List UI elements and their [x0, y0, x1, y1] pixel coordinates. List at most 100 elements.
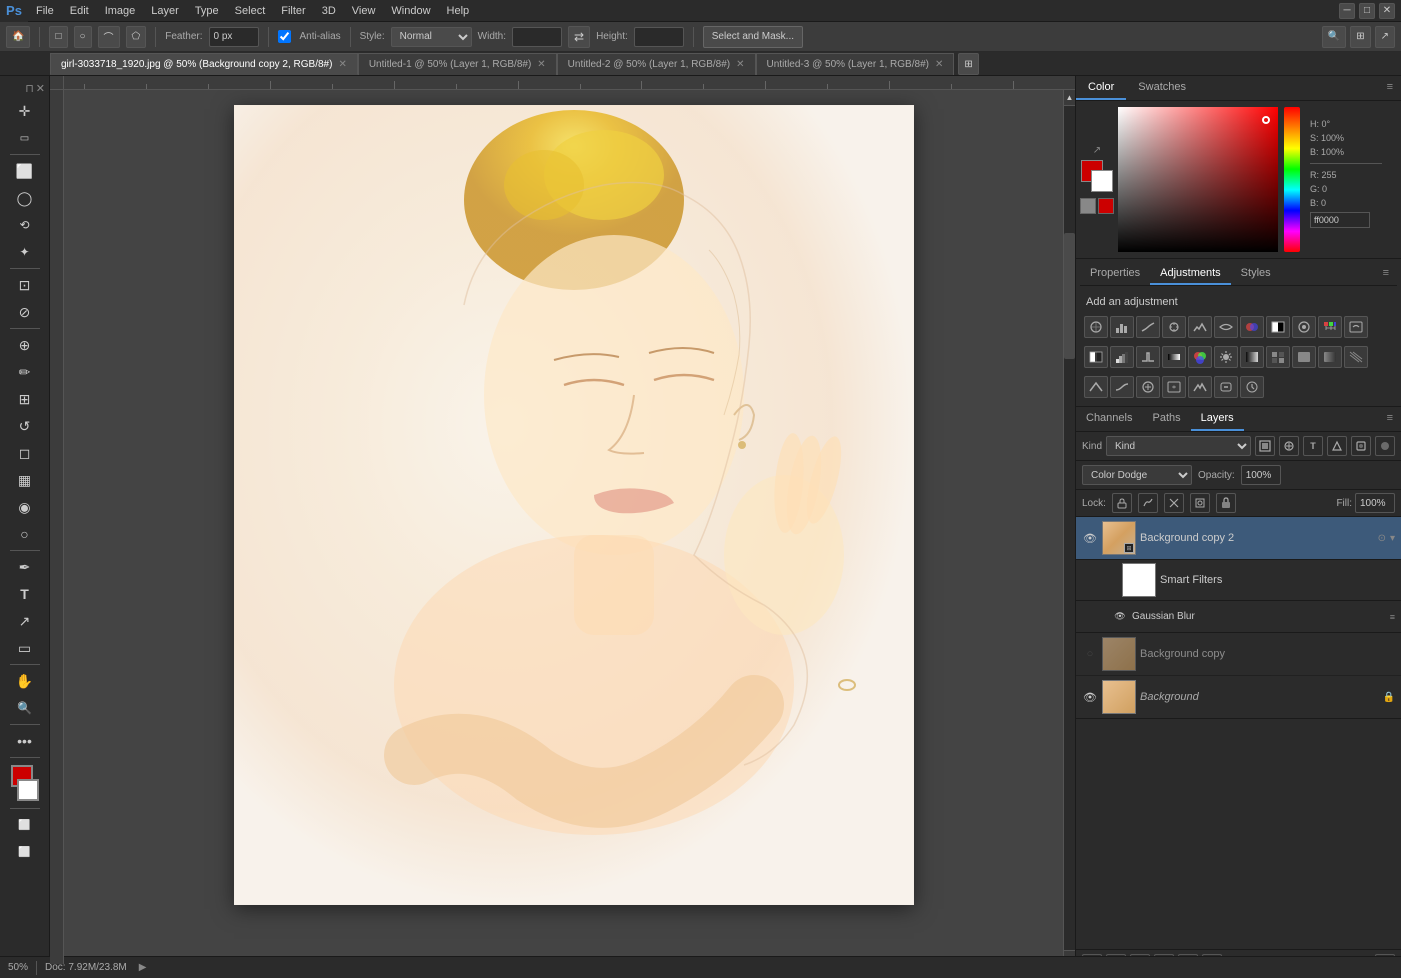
lock-position-btn[interactable]	[1164, 493, 1184, 513]
v-scrollbar[interactable]: ▲ ▼	[1063, 90, 1075, 966]
dodge-tool[interactable]: ○	[6, 521, 44, 547]
brush-tool[interactable]: ✏	[6, 359, 44, 385]
shadow-highlight-adj[interactable]	[1240, 346, 1264, 368]
menu-view[interactable]: View	[344, 2, 384, 20]
swatches-tab[interactable]: Swatches	[1126, 76, 1198, 100]
hsl-adj[interactable]	[1214, 316, 1238, 338]
shape-option-rect[interactable]: □	[49, 26, 67, 48]
layer-eye-bg-copy-2[interactable]: 👁	[1082, 530, 1098, 546]
swap-wh-btn[interactable]: ⇄	[568, 26, 590, 48]
opacity-input[interactable]	[1241, 465, 1281, 485]
blur-tool[interactable]: ◉	[6, 494, 44, 520]
width-input[interactable]	[512, 27, 562, 47]
pattern-adj[interactable]	[1266, 346, 1290, 368]
type-tool[interactable]: T	[6, 581, 44, 607]
paths-tab[interactable]: Paths	[1142, 407, 1190, 431]
menu-filter[interactable]: Filter	[273, 2, 313, 20]
hue-slider[interactable]	[1284, 107, 1300, 252]
colorize-adj[interactable]	[1162, 376, 1186, 398]
adjustments-menu[interactable]: ≡	[1375, 263, 1397, 285]
sub-gaussian-blur[interactable]: 👁 Gaussian Blur ≡	[1076, 601, 1401, 633]
selective-color-adj[interactable]	[1188, 346, 1212, 368]
hand-tool[interactable]: ✋	[6, 668, 44, 694]
home-btn[interactable]: 🏠	[6, 26, 30, 48]
menu-type[interactable]: Type	[187, 2, 227, 20]
layer-eye-bg-copy[interactable]: ○	[1082, 646, 1098, 662]
lock-artboard-btn[interactable]	[1190, 493, 1210, 513]
channelmixer-adj[interactable]	[1318, 316, 1342, 338]
gradient-map-adj[interactable]	[1162, 346, 1186, 368]
toolbar-pin-icon[interactable]: ⊓	[25, 82, 34, 95]
eyedropper-tool[interactable]: ⊘	[6, 299, 44, 325]
path-select-tool[interactable]: ↗	[6, 608, 44, 634]
canvas-content[interactable]	[64, 90, 1063, 966]
tab-1-close[interactable]: ✕	[537, 59, 545, 70]
exposure-adj[interactable]	[1162, 316, 1186, 338]
kind-select[interactable]: Kind Name Effect Mode Attribute Color Sm…	[1106, 436, 1251, 456]
adj7[interactable]	[1240, 376, 1264, 398]
layer-bg-copy-2[interactable]: 👁 ⊞ Background copy 2 ⊙ ▾	[1076, 517, 1401, 560]
layer-eye-background[interactable]: 👁	[1082, 689, 1098, 705]
curves2-adj[interactable]	[1110, 376, 1134, 398]
bw-adj[interactable]	[1266, 316, 1290, 338]
style-select[interactable]: Normal Fixed Ratio Fixed Size	[391, 27, 472, 47]
filter-adjustment-btn[interactable]	[1279, 436, 1299, 456]
gaussian-settings-icon[interactable]: ≡	[1390, 612, 1395, 622]
menu-3d[interactable]: 3D	[314, 2, 344, 20]
bright3-adj[interactable]	[1188, 376, 1212, 398]
tab-2-close[interactable]: ✕	[736, 59, 744, 70]
workspace-btn[interactable]: ⊞	[1350, 26, 1370, 48]
filter-shape-btn[interactable]	[1327, 436, 1347, 456]
fill-input[interactable]	[1355, 493, 1395, 513]
menu-select[interactable]: Select	[227, 2, 274, 20]
tab-3[interactable]: Untitled-3 @ 50% (Layer 1, RGB/8#) ✕	[756, 53, 955, 75]
background-swatch[interactable]	[1091, 170, 1113, 192]
tab-0[interactable]: girl-3033718_1920.jpg @ 50% (Background …	[50, 53, 358, 75]
properties-tab[interactable]: Properties	[1080, 263, 1150, 285]
sub-eye-gaussian[interactable]: 👁	[1112, 609, 1128, 625]
layers-tab[interactable]: Layers	[1191, 407, 1244, 431]
screen-mode-btn[interactable]: ⬜	[6, 839, 44, 865]
hsl2-adj[interactable]	[1136, 376, 1160, 398]
levels-adj[interactable]	[1110, 316, 1134, 338]
color-panel-menu[interactable]: ≡	[1379, 76, 1401, 100]
lock-all-btn[interactable]	[1216, 493, 1236, 513]
invert-adj[interactable]	[1084, 346, 1108, 368]
menu-edit[interactable]: Edit	[62, 2, 97, 20]
toolbar-close-icon[interactable]: ✕	[36, 82, 45, 95]
maximize-btn[interactable]: □	[1359, 3, 1375, 19]
filter-smart-btn[interactable]	[1351, 436, 1371, 456]
hex-input[interactable]	[1310, 212, 1370, 228]
clone-stamp-tool[interactable]: ⊞	[6, 386, 44, 412]
layer-bg-copy[interactable]: ○ Background copy	[1076, 633, 1401, 676]
minimize-btn[interactable]: ─	[1339, 3, 1355, 19]
height-input[interactable]	[634, 27, 684, 47]
lock-transparent-btn[interactable]	[1112, 493, 1132, 513]
layer-background[interactable]: 👁 Background 🔒	[1076, 676, 1401, 719]
adjustments-tab[interactable]: Adjustments	[1150, 263, 1231, 285]
brightness2-adj[interactable]	[1214, 346, 1238, 368]
gradient-tool[interactable]: ▦	[6, 467, 44, 493]
artboard-tool[interactable]: ▭	[6, 125, 44, 151]
move-tool[interactable]: ✛	[6, 98, 44, 124]
lock-image-btn[interactable]	[1138, 493, 1158, 513]
ellipse-marquee-tool[interactable]: ◯	[6, 185, 44, 211]
sub-smart-filters[interactable]: Smart Filters	[1076, 560, 1401, 601]
search-btn[interactable]: 🔍	[1322, 26, 1346, 48]
menu-window[interactable]: Window	[383, 2, 438, 20]
menu-help[interactable]: Help	[439, 2, 478, 20]
gradient-fill-adj[interactable]	[1318, 346, 1342, 368]
colorlookup-adj[interactable]	[1344, 316, 1368, 338]
shape-tool[interactable]: ▭	[6, 635, 44, 661]
anti-alias-checkbox[interactable]	[278, 30, 291, 43]
close-btn[interactable]: ✕	[1379, 3, 1395, 19]
history-brush-tool[interactable]: ↺	[6, 413, 44, 439]
color-gradient-picker[interactable]	[1118, 107, 1278, 252]
background-color[interactable]	[17, 779, 39, 801]
swap-colors-btn[interactable]: ↗	[1093, 145, 1101, 156]
layers-panel-menu[interactable]: ≡	[1379, 407, 1401, 431]
color-tab[interactable]: Color	[1076, 76, 1126, 100]
crop-tool[interactable]: ⊡	[6, 272, 44, 298]
eraser-tool[interactable]: ◻	[6, 440, 44, 466]
heal-brush-tool[interactable]: ⊕	[6, 332, 44, 358]
